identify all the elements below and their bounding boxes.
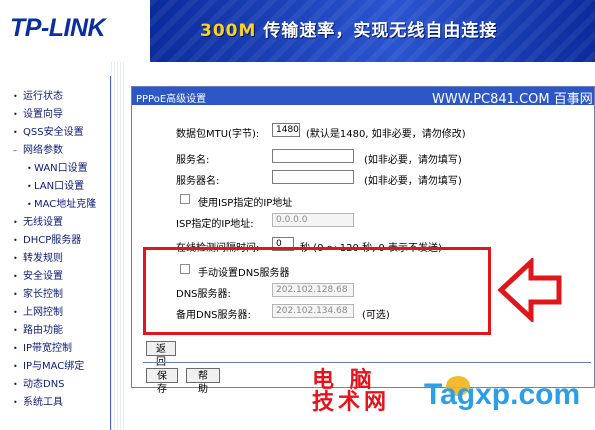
slogan-text: 传输速率，实现无线自由连接	[263, 21, 498, 41]
badge-line1: 电 脑	[312, 368, 376, 393]
sidebar-item-label: 转发规则	[23, 253, 63, 264]
sidebar-item-status[interactable]: • 运行状态	[0, 88, 110, 106]
save-button[interactable]: 保 存	[146, 368, 178, 395]
bullet-icon: •	[13, 236, 18, 245]
sidebar-item-label: QSS安全设置	[23, 127, 84, 138]
bullet-icon: •	[13, 92, 18, 101]
sidebar-item-label: IP带宽控制	[23, 343, 72, 354]
mtu-input[interactable]: 1480	[272, 123, 300, 137]
sidebar-item-label: 路由功能	[23, 325, 63, 336]
sidebar-item-lan[interactable]: • LAN口设置	[0, 178, 110, 196]
back-button[interactable]: 返 回	[146, 341, 176, 368]
sidebar-item-bandwidth[interactable]: • IP带宽控制	[0, 340, 110, 358]
bullet-icon: •	[13, 344, 18, 353]
sidebar-item-mac-clone[interactable]: • MAC地址克隆	[0, 196, 110, 214]
bullet-icon: •	[13, 398, 18, 407]
left-arrow-icon	[497, 258, 562, 322]
tagxp-site-text: Tagxp.com	[424, 378, 581, 411]
dns-highlight-box	[143, 247, 491, 335]
server-name-hint: (如非必要，请勿填写)	[364, 176, 462, 187]
header-slogan: 300M 传输速率，实现无线自由连接	[200, 16, 497, 41]
button-separator	[143, 362, 591, 363]
bullet-icon: •	[13, 254, 18, 263]
sidebar-item-routing[interactable]: • 路由功能	[0, 322, 110, 340]
sidebar-item-label: 安全设置	[23, 271, 63, 282]
bullet-icon: •	[13, 326, 18, 335]
sidebar-item-label: WAN口设置	[34, 163, 88, 174]
frame-separator	[111, 62, 125, 430]
sidebar-item-label: 无线设置	[23, 217, 63, 228]
server-name-input[interactable]	[272, 170, 354, 184]
sidebar-item-label: 家长控制	[23, 289, 63, 300]
site-badge-cn: 电 脑 技术网	[312, 370, 390, 414]
bullet-icon: •	[13, 362, 18, 371]
sidebar-item-parental[interactable]: • 家长控制	[0, 286, 110, 304]
bullet-icon: •	[13, 110, 18, 119]
bullet-icon: •	[13, 128, 18, 137]
bullet-icon: •	[27, 200, 32, 209]
sidebar-item-label: 系统工具	[23, 397, 63, 408]
badge-line2: 技术网	[312, 390, 391, 415]
sidebar-item-label: 运行状态	[23, 91, 63, 102]
sidebar-item-label: LAN口设置	[34, 181, 85, 192]
tp-link-logo: TP-LINK	[10, 14, 106, 42]
panel-title: PPPoE高级设置	[136, 94, 207, 105]
sidebar-item-dhcp[interactable]: • DHCP服务器	[0, 232, 110, 250]
sidebar-item-ddns[interactable]: • 动态DNS	[0, 376, 110, 394]
server-name-label: 服务器名:	[176, 176, 220, 187]
sidebar-item-security[interactable]: • 安全设置	[0, 268, 110, 286]
isp-ip-input[interactable]: 0.0.0.0	[272, 213, 354, 227]
sidebar-item-wan[interactable]: • WAN口设置	[0, 160, 110, 178]
isp-ip-label: ISP指定的IP地址:	[176, 219, 254, 230]
bullet-icon: •	[13, 272, 18, 281]
sidebar-item-qss[interactable]: • QSS安全设置	[0, 124, 110, 142]
bullet-icon: •	[13, 218, 18, 227]
sidebar-item-label: 设置向导	[23, 109, 63, 120]
panel-header: PPPoE高级设置 WWW.PC841.COM 百事网	[132, 87, 594, 107]
sidebar-item-network[interactable]: – 网络参数	[0, 142, 110, 160]
sidebar-item-system-tools[interactable]: • 系统工具	[0, 394, 110, 412]
isp-ip-checkbox[interactable]	[180, 194, 190, 204]
sidebar: • 运行状态 • 设置向导 • QSS安全设置 – 网络参数 • WAN口设置 • LAN口…	[0, 62, 110, 430]
collapse-icon: –	[13, 146, 17, 155]
sidebar-item-label: 上网控制	[23, 307, 63, 318]
help-button[interactable]: 帮 助	[186, 368, 220, 395]
slogan-speed: 300M	[200, 21, 257, 41]
sidebar-item-label: MAC地址克隆	[34, 199, 97, 210]
sidebar-menu: • 运行状态 • 设置向导 • QSS安全设置 – 网络参数 • WAN口设置 • LAN口…	[0, 62, 110, 412]
sidebar-item-wizard[interactable]: • 设置向导	[0, 106, 110, 124]
header-banner: TP-LINK 300M 传输速率，实现无线自由连接	[0, 0, 595, 62]
mtu-label: 数据包MTU(字节):	[176, 129, 260, 140]
bullet-icon: •	[13, 308, 18, 317]
sidebar-item-ip-mac-binding[interactable]: • IP与MAC绑定	[0, 358, 110, 376]
service-name-input[interactable]	[272, 149, 354, 163]
bullet-icon: •	[13, 290, 18, 299]
sidebar-item-forwarding[interactable]: • 转发规则	[0, 250, 110, 268]
isp-ip-check-label: 使用ISP指定的IP地址	[198, 198, 293, 209]
bullet-icon: •	[13, 380, 18, 389]
sidebar-item-wireless[interactable]: • 无线设置	[0, 214, 110, 232]
sidebar-item-label: DHCP服务器	[23, 235, 82, 246]
sidebar-item-access-control[interactable]: • 上网控制	[0, 304, 110, 322]
sidebar-item-label: 动态DNS	[23, 379, 65, 390]
service-name-label: 服务名:	[176, 155, 210, 166]
bullet-icon: •	[27, 182, 32, 191]
logo-area: TP-LINK	[0, 0, 150, 62]
sidebar-item-label: IP与MAC绑定	[23, 361, 85, 372]
sidebar-item-label: 网络参数	[23, 145, 63, 156]
site-watermark: WWW.PC841.COM 百事网	[432, 92, 593, 107]
service-name-hint: (如非必要，请勿填写)	[364, 155, 462, 166]
bullet-icon: •	[27, 164, 32, 173]
mtu-hint: (默认是1480, 如非必要，请勿修改)	[306, 129, 466, 140]
